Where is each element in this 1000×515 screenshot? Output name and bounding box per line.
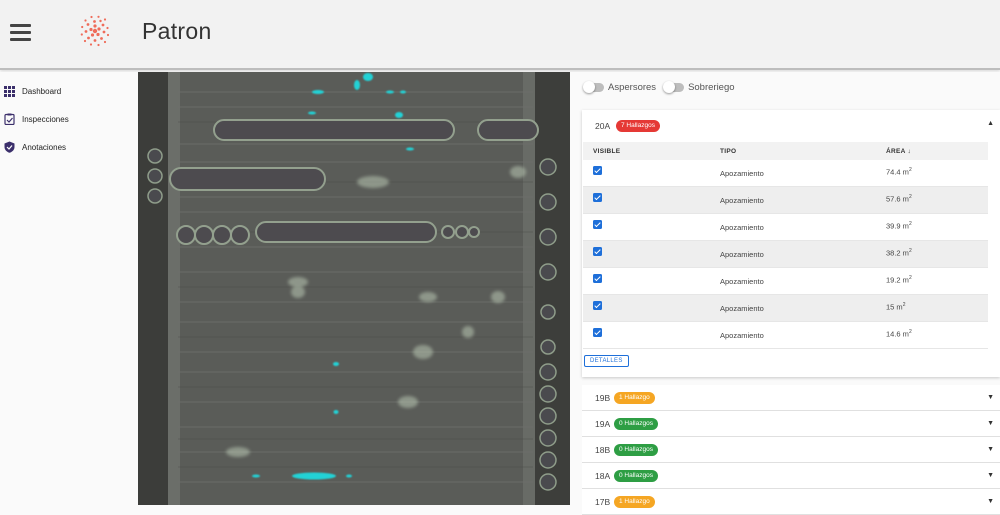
sobreriego-toggle[interactable]: Sobreriego <box>663 81 735 93</box>
row-area: 57.6 m2 <box>886 194 912 204</box>
aspersores-toggle[interactable]: Aspersores <box>583 81 657 93</box>
table-row: Apozamiento 74.4 m2 <box>583 160 988 187</box>
chevron-down-icon[interactable]: ▼ <box>987 472 994 479</box>
sidebar-item-dashboard[interactable]: Dashboard <box>0 77 138 105</box>
details-button[interactable]: DETALLES <box>584 355 629 367</box>
row-area: 14.6 m2 <box>886 329 912 339</box>
row-tipo: Apozamiento <box>720 169 764 178</box>
sidebar-item-label: Inspecciones <box>22 114 69 124</box>
sector-row-17b[interactable]: 17B 1 Hallazgo ▼ <box>582 489 1000 515</box>
findings-badge: 0 Hallazgos <box>614 470 658 482</box>
sidebar-item-anotaciones[interactable]: Anotaciones <box>0 133 138 161</box>
column-visible: VISIBLE <box>593 148 621 155</box>
column-area-sort[interactable]: ÁREA ↓ <box>886 148 911 155</box>
logo-icon <box>80 15 110 47</box>
findings-badge: 0 Hallazgos <box>614 418 658 430</box>
sector-code: 17B <box>595 497 611 507</box>
table-row: Apozamiento 15 m2 <box>583 295 988 322</box>
row-area: 38.2 m2 <box>886 248 912 258</box>
row-area: 74.4 m2 <box>886 167 912 177</box>
row-area: 15 m2 <box>886 302 906 312</box>
row-area: 19.2 m2 <box>886 275 912 285</box>
toggle-label: Sobreriego <box>688 82 735 93</box>
app-title: Patron <box>142 18 212 44</box>
table-row: Apozamiento 57.6 m2 <box>583 187 988 214</box>
table-row: Apozamiento 39.9 m2 <box>583 214 988 241</box>
findings-badge: 0 Hallazgos <box>614 444 658 456</box>
sidebar-item-label: Dashboard <box>22 86 62 96</box>
row-tipo: Apozamiento <box>720 250 764 259</box>
sector-code: 18B <box>595 445 611 455</box>
table-row: Apozamiento 38.2 m2 <box>583 241 988 268</box>
row-tipo: Apozamiento <box>720 277 764 286</box>
shield-check-icon <box>3 141 15 153</box>
toggle-label: Aspersores <box>608 82 657 93</box>
sidebar: Dashboard Inspecciones Anotaciones <box>0 72 138 505</box>
sector-code: 20A <box>595 121 611 131</box>
visible-checkbox[interactable] <box>593 247 602 256</box>
row-tipo: Apozamiento <box>720 304 764 313</box>
switch[interactable] <box>583 81 604 93</box>
findings-badge: 1 Hallazgo <box>614 392 655 404</box>
switch[interactable] <box>663 81 685 93</box>
sector-code: 19A <box>595 419 611 429</box>
clipboard-check-icon <box>3 113 15 125</box>
visible-checkbox[interactable] <box>593 301 602 310</box>
app-header: Patron <box>0 0 1000 70</box>
sector-row-19a[interactable]: 19A 0 Hallazgos ▼ <box>582 411 1000 437</box>
row-tipo: Apozamiento <box>720 331 764 340</box>
chevron-down-icon[interactable]: ▼ <box>987 394 994 401</box>
sector-row-18b[interactable]: 18B 0 Hallazgos ▼ <box>582 437 1000 463</box>
sector-code: 19B <box>595 393 611 403</box>
column-tipo: TIPO <box>720 148 737 155</box>
row-tipo: Apozamiento <box>720 223 764 232</box>
sidebar-item-inspecciones[interactable]: Inspecciones <box>0 105 138 133</box>
map-canvas <box>138 72 570 505</box>
sector-row-19b[interactable]: 19B 1 Hallazgo ▼ <box>582 385 1000 411</box>
aerial-map-image[interactable] <box>138 72 570 505</box>
chevron-down-icon[interactable]: ▼ <box>987 446 994 453</box>
visible-checkbox[interactable] <box>593 274 602 283</box>
visible-checkbox[interactable] <box>593 328 602 337</box>
table-header: VISIBLE TIPO ÁREA ↓ <box>583 142 988 160</box>
chevron-down-icon[interactable]: ▼ <box>987 498 994 505</box>
row-tipo: Apozamiento <box>720 196 764 205</box>
sidebar-item-label: Anotaciones <box>22 142 67 152</box>
visible-checkbox[interactable] <box>593 193 602 202</box>
sector-code: 18A <box>595 471 611 481</box>
chevron-up-icon[interactable]: ▲ <box>987 120 994 127</box>
table-row: Apozamiento 19.2 m2 <box>583 268 988 295</box>
findings-badge: 7 Hallazgos <box>616 120 660 132</box>
layer-toggles: Aspersores Sobreriego <box>583 81 743 93</box>
findings-panel: Aspersores Sobreriego 20A 7 Hallazgos ▲ … <box>570 72 1000 515</box>
sector-header[interactable]: 20A 7 Hallazgos ▲ <box>582 110 1000 140</box>
row-area: 39.9 m2 <box>886 221 912 231</box>
table-row: Apozamiento 14.6 m2 <box>583 322 988 349</box>
visible-checkbox[interactable] <box>593 220 602 229</box>
visible-checkbox[interactable] <box>593 166 602 175</box>
findings-badge: 1 Hallazgo <box>614 496 655 508</box>
chevron-down-icon[interactable]: ▼ <box>987 420 994 427</box>
menu-icon[interactable] <box>10 24 31 41</box>
grid-icon <box>3 85 15 97</box>
sector-row-18a[interactable]: 18A 0 Hallazgos ▼ <box>582 463 1000 489</box>
